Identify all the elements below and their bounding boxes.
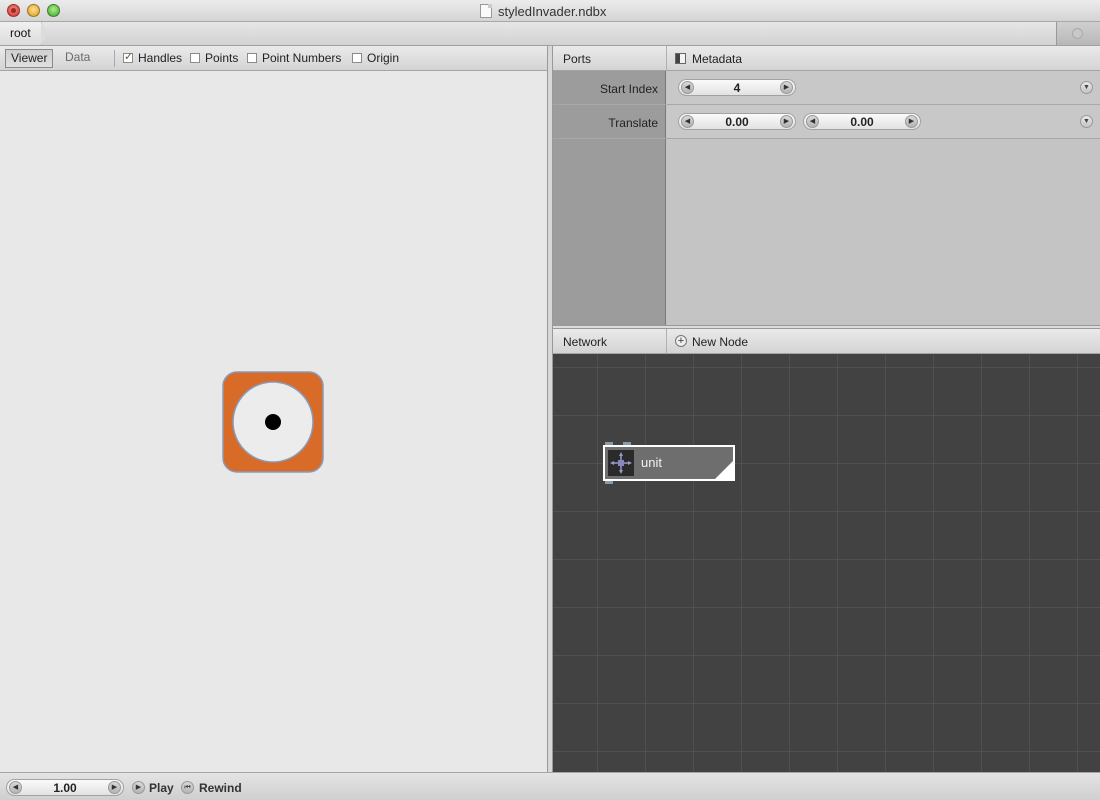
ports-header: Ports Metadata [553, 46, 1100, 71]
translate-icon [608, 450, 634, 476]
origin-checkbox[interactable] [352, 53, 362, 63]
viewer-pane: Viewer Data Handles Points Point Numbers… [0, 46, 547, 772]
breadcrumb-root[interactable]: root [0, 22, 48, 45]
decrement-arrow-icon[interactable]: ◀ [806, 115, 819, 128]
handles-checkbox[interactable] [123, 50, 133, 63]
port-row-start-index: Start Index ◀ 4 ▶ ▼ [553, 71, 1100, 105]
increment-arrow-icon[interactable]: ▶ [905, 115, 918, 128]
header-divider [666, 329, 667, 354]
increment-arrow-icon[interactable]: ▶ [780, 81, 793, 94]
header-divider [666, 46, 667, 71]
window-titlebar: styledInvader.ndbx [0, 0, 1100, 22]
zoom-window-button[interactable] [47, 4, 60, 17]
play-button[interactable]: Play [149, 781, 174, 795]
viewer-canvas[interactable] [0, 71, 547, 772]
point-numbers-label: Point Numbers [262, 51, 342, 65]
window-title: styledInvader.ndbx [498, 4, 607, 19]
ports-pane: Ports Metadata Start Index ◀ 4 ▶ ▼ Trans… [553, 46, 1100, 325]
handle-point[interactable] [265, 414, 281, 430]
points-checkbox[interactable] [190, 53, 200, 63]
network-title: Network [563, 335, 608, 349]
translate-x-value[interactable]: 0.00 [697, 115, 777, 129]
translate-y-stepper[interactable]: ◀ 0.00 ▶ [803, 113, 921, 130]
close-window-button[interactable] [7, 4, 20, 17]
frame-value[interactable]: 1.00 [25, 781, 105, 795]
node-label: unit [641, 455, 662, 470]
port-menu-icon[interactable]: ▼ [1080, 81, 1093, 94]
viewer-drawing [222, 371, 324, 473]
points-label: Points [205, 51, 239, 65]
metadata-button[interactable]: Metadata [692, 52, 742, 66]
network-header: Network + New Node [553, 329, 1100, 354]
viewer-toolbar: Viewer Data Handles Points Point Numbers… [0, 46, 547, 71]
metadata-icon[interactable] [675, 53, 686, 64]
new-node-button[interactable]: New Node [692, 335, 748, 349]
port-row-translate: Translate ◀ 0.00 ▶ ◀ 0.00 ▶ ▼ [553, 105, 1100, 139]
tab-viewer[interactable]: Viewer [5, 49, 54, 68]
decrement-arrow-icon[interactable]: ◀ [9, 781, 22, 794]
network-canvas[interactable]: unit [553, 354, 1100, 772]
origin-label: Origin [367, 51, 400, 65]
network-pane: Network + New Node unit [553, 329, 1100, 772]
toolbar-divider [114, 50, 115, 67]
port-menu-icon[interactable]: ▼ [1080, 115, 1093, 128]
rewind-icon[interactable]: ⏮ [181, 781, 194, 794]
start-index-stepper[interactable]: ◀ 4 ▶ [678, 79, 796, 96]
node-corner-marker [715, 461, 733, 479]
playback-bar: ◀ 1.00 ▶ ▶ Play ⏮ Rewind [0, 772, 1100, 800]
increment-arrow-icon[interactable]: ▶ [108, 781, 121, 794]
circle-icon [1072, 28, 1083, 39]
point-numbers-checkbox[interactable] [247, 53, 257, 63]
translate-y-value[interactable]: 0.00 [822, 115, 902, 129]
start-index-value[interactable]: 4 [697, 81, 777, 95]
play-icon[interactable]: ▶ [132, 781, 145, 794]
plus-icon[interactable]: + [675, 335, 687, 347]
rewind-button[interactable]: Rewind [199, 781, 242, 795]
breadcrumb: root [0, 22, 1100, 46]
network-node-unit[interactable]: unit [603, 445, 735, 481]
port-label-start-index: Start Index [599, 82, 658, 96]
ports-title: Ports [563, 52, 592, 66]
port-label-translate: Translate [608, 116, 658, 130]
handles-label: Handles [138, 51, 183, 65]
tab-data[interactable]: Data [60, 49, 95, 68]
frame-stepper[interactable]: ◀ 1.00 ▶ [6, 779, 124, 796]
document-icon [480, 4, 492, 18]
increment-arrow-icon[interactable]: ▶ [780, 115, 793, 128]
translate-x-stepper[interactable]: ◀ 0.00 ▶ [678, 113, 796, 130]
breadcrumb-action-button[interactable] [1056, 22, 1100, 45]
decrement-arrow-icon[interactable]: ◀ [681, 115, 694, 128]
decrement-arrow-icon[interactable]: ◀ [681, 81, 694, 94]
minimize-window-button[interactable] [27, 4, 40, 17]
node-output-port[interactable] [605, 481, 613, 484]
